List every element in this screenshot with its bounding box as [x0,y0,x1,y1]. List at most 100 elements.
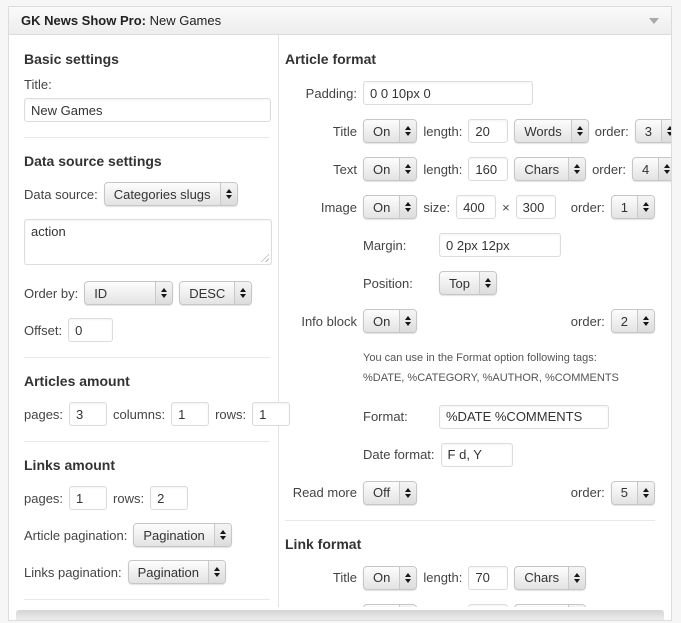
article-image-label: Image [285,200,357,215]
widget-body: Basic settings Title: Data source settin… [9,35,671,607]
info-block-state-select[interactable]: On [363,309,417,333]
updown-arrows-icon [571,120,588,142]
divider [24,599,270,600]
order-by-field-value: ID [85,282,155,304]
read-more-order-label: order: [571,485,605,500]
link-text-state-select[interactable]: On [363,604,417,607]
updown-arrows-icon [568,158,585,180]
link-format-heading: Link format [285,536,655,552]
updown-arrows-icon [399,605,416,607]
divider [24,357,270,358]
link-title-length-input[interactable] [468,566,508,590]
article-image-height-input[interactable] [516,195,556,219]
collapse-arrow-icon[interactable] [649,18,659,24]
article-title-state-value: On [364,120,399,142]
widget-title-instance: New Games [150,13,222,28]
padding-input[interactable] [363,81,533,105]
divider [285,520,655,521]
articles-pages-input[interactable] [69,402,107,426]
article-text-order-label: order: [592,162,626,177]
basic-settings-heading: Basic settings [24,51,270,67]
order-by-label: Order by: [24,286,78,301]
read-more-state-value: Off [364,482,399,504]
updown-arrows-icon [568,605,585,607]
links-pagination-value: Pagination [129,561,208,583]
article-text-length-input[interactable] [468,157,508,181]
widget-title: GK News Show Pro: New Games [21,13,221,28]
links-pages-input[interactable] [69,486,107,510]
article-title-state-select[interactable]: On [363,119,417,143]
position-select[interactable]: Top [439,271,497,295]
article-image-state-value: On [364,196,399,218]
data-source-select-value: Categories slugs [105,183,220,205]
title-label: Title: [24,77,270,92]
article-title-unit-select[interactable]: Words [514,119,588,143]
article-image-size-label: size: [423,200,450,215]
updown-arrows-icon [399,482,416,504]
format-help-line2: %DATE, %CATEGORY, %AUTHOR, %COMMENTS [363,369,655,389]
article-image-order-value: 1 [612,196,637,218]
format-input[interactable] [439,405,609,429]
updown-arrows-icon [637,310,654,332]
article-text-state-select[interactable]: On [363,157,417,181]
updown-arrows-icon [399,196,416,218]
article-text-order-select[interactable]: 4 [632,157,671,181]
updown-arrows-icon [155,282,172,304]
link-text-unit-select[interactable]: Chars [514,604,586,607]
article-image-order-select[interactable]: 1 [611,195,655,219]
divider [24,441,270,442]
updown-arrows-icon [637,482,654,504]
link-title-state-value: On [364,567,399,589]
offset-input[interactable] [68,318,113,342]
data-source-label: Data source: [24,187,98,202]
widget-header[interactable]: GK News Show Pro: New Games [9,7,671,35]
links-pages-label: pages: [24,491,63,506]
updown-arrows-icon [658,158,671,180]
widget-title-name: GK News Show Pro: [21,13,146,28]
article-text-length-label: length: [423,162,462,177]
updown-arrows-icon [399,310,416,332]
format-help-line1: You can use in the Format option followi… [363,349,655,369]
offset-label: Offset: [24,323,62,338]
article-image-state-select[interactable]: On [363,195,417,219]
links-pagination-label: Links pagination: [24,565,122,580]
title-input[interactable] [24,98,271,122]
multiply-icon: × [502,200,510,215]
article-pagination-select[interactable]: Pagination [133,523,231,547]
article-title-order-select[interactable]: 3 [635,119,671,143]
read-more-state-select[interactable]: Off [363,481,417,505]
divider [24,137,270,138]
articles-columns-input[interactable] [171,402,209,426]
article-text-label: Text [285,162,357,177]
format-help-text: You can use in the Format option followi… [363,349,655,389]
link-title-unit-select[interactable]: Chars [514,566,586,590]
article-text-unit-select[interactable]: Chars [514,157,586,181]
links-rows-input[interactable] [150,486,188,510]
links-pagination-select[interactable]: Pagination [128,560,226,584]
articles-rows-label: rows: [215,407,246,422]
data-source-settings-heading: Data source settings [24,153,270,169]
updown-arrows-icon [661,120,671,142]
data-source-textarea[interactable]: action [24,219,272,265]
order-by-direction-select[interactable]: DESC [179,281,252,305]
position-label: Position: [363,276,433,291]
article-title-label: Title [285,124,357,139]
link-title-unit-value: Chars [515,567,568,589]
link-text-length-input[interactable] [468,604,508,607]
date-format-input[interactable] [441,443,513,467]
updown-arrows-icon [637,196,654,218]
margin-input[interactable] [439,233,561,257]
right-column: Article format Padding: Title On length:… [279,35,671,607]
article-title-length-input[interactable] [468,119,508,143]
updown-arrows-icon [399,158,416,180]
updown-arrows-icon [220,183,237,205]
info-block-order-select[interactable]: 2 [611,309,655,333]
read-more-order-select[interactable]: 5 [611,481,655,505]
article-image-width-input[interactable] [456,195,496,219]
updown-arrows-icon [234,282,251,304]
article-text-order-value: 4 [633,158,658,180]
article-title-length-label: length: [423,124,462,139]
order-by-field-select[interactable]: ID [84,281,173,305]
link-title-state-select[interactable]: On [363,566,417,590]
data-source-select[interactable]: Categories slugs [104,182,238,206]
